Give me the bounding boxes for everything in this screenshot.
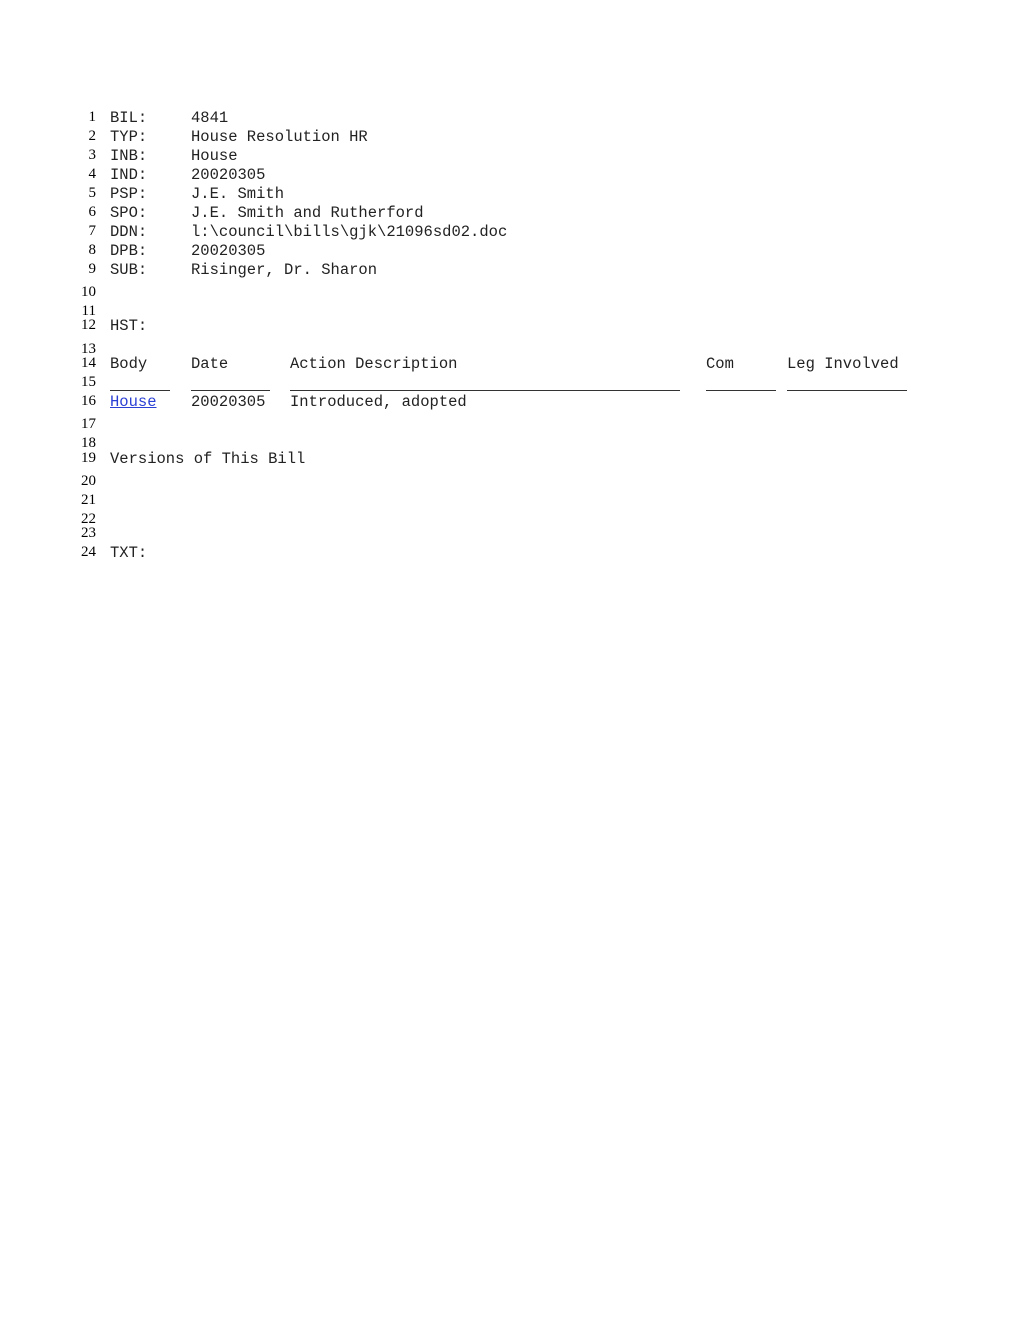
- versions-label: Versions of This Bill: [110, 450, 306, 468]
- field-value-bil: 4841: [191, 109, 229, 127]
- column-rule-body: [110, 390, 170, 391]
- field-key-typ: TYP:: [110, 128, 148, 146]
- column-header-body: Body: [110, 355, 148, 373]
- row-action: Introduced, adopted: [290, 393, 467, 411]
- column-header-action: Action Description: [290, 355, 458, 373]
- column-header-date: Date: [191, 355, 229, 373]
- line-number: 21: [81, 492, 96, 508]
- line-number: 2: [88, 128, 97, 144]
- body-link[interactable]: House: [110, 394, 157, 410]
- row-date: 20020305: [191, 393, 266, 411]
- field-key-psp: PSP:: [110, 185, 148, 203]
- column-header-leg: Leg Involved: [787, 355, 899, 373]
- column-rule-com: [706, 390, 776, 391]
- line-number: 15: [81, 374, 96, 390]
- field-value-sub: Risinger, Dr. Sharon: [191, 261, 378, 279]
- line-number: 4: [88, 166, 97, 182]
- line-number: 6: [88, 204, 97, 220]
- history-label: HST:: [110, 317, 148, 335]
- column-rule-date: [191, 390, 270, 391]
- line-number: 14: [81, 355, 96, 371]
- field-value-ind: 20020305: [191, 166, 266, 184]
- line-number: 10: [81, 284, 96, 300]
- line-number: 9: [88, 261, 97, 277]
- field-key-ddn: DDN:: [110, 223, 148, 241]
- field-value-ddn: l:\council\bills\gjk\21096sd02.doc: [191, 223, 508, 241]
- field-key-inb: INB:: [110, 147, 148, 165]
- line-number: 18: [81, 435, 96, 451]
- line-number: 16: [81, 393, 96, 409]
- field-key-ind: IND:: [110, 166, 148, 184]
- text-label: TXT:: [110, 544, 148, 562]
- field-value-spo: J.E. Smith and Rutherford: [191, 204, 424, 222]
- column-rule-leg: [787, 390, 907, 391]
- line-number: 20: [81, 473, 96, 489]
- column-header-com: Com: [706, 355, 734, 373]
- field-key-bil: BIL:: [110, 109, 148, 127]
- field-value-inb: House: [191, 147, 238, 165]
- field-value-typ: House Resolution HR: [191, 128, 368, 146]
- line-number: 19: [81, 450, 96, 466]
- line-number: 7: [88, 223, 97, 239]
- field-value-dpb: 20020305: [191, 242, 266, 260]
- line-number: 1: [88, 109, 97, 125]
- line-number: 8: [88, 242, 97, 258]
- field-value-psp: J.E. Smith: [191, 185, 285, 203]
- line-number: 3: [88, 147, 97, 163]
- line-number: 24: [81, 544, 96, 560]
- line-number: 17: [81, 416, 96, 432]
- line-number: 5: [88, 185, 97, 201]
- field-key-sub: SUB:: [110, 261, 148, 279]
- field-key-dpb: DPB:: [110, 242, 148, 260]
- field-key-spo: SPO:: [110, 204, 148, 222]
- line-number: 23: [81, 525, 96, 541]
- line-number: 12: [81, 317, 96, 333]
- column-rule-action: [290, 390, 680, 391]
